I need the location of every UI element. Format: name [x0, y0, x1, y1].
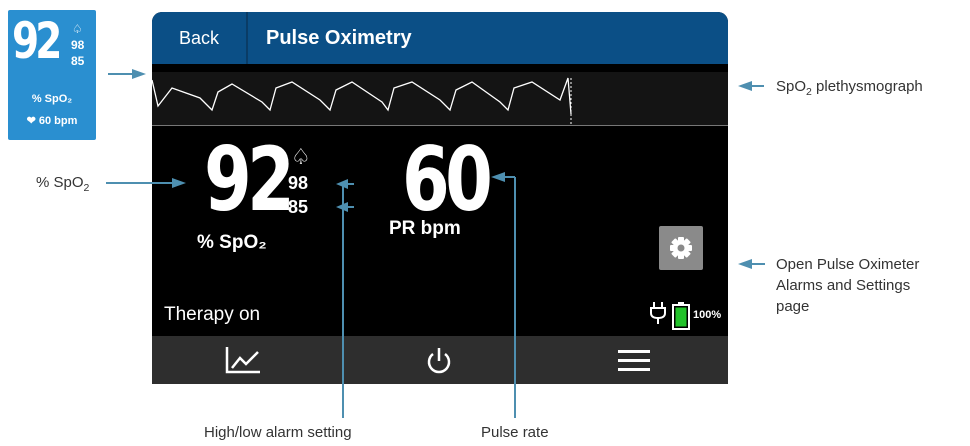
spo2-arrow-head	[172, 178, 186, 188]
pleth-callout-label: SpO2 plethysmograph	[776, 78, 923, 98]
pulse-arrow-head	[491, 172, 505, 182]
settings-callout-label: Open Pulse Oximeter Alarms and Settings …	[776, 256, 920, 315]
pulse-rate-callout-label: Pulse rate	[481, 424, 549, 441]
thumbnail-arrow-head	[132, 69, 146, 79]
callout-arrows	[106, 69, 765, 418]
spo2-callout-label: % SpO2	[36, 174, 90, 194]
settings-arrow-head	[738, 259, 752, 269]
alarm-setting-callout-label: High/low alarm setting	[204, 424, 352, 441]
pleth-arrow-head	[738, 81, 752, 91]
